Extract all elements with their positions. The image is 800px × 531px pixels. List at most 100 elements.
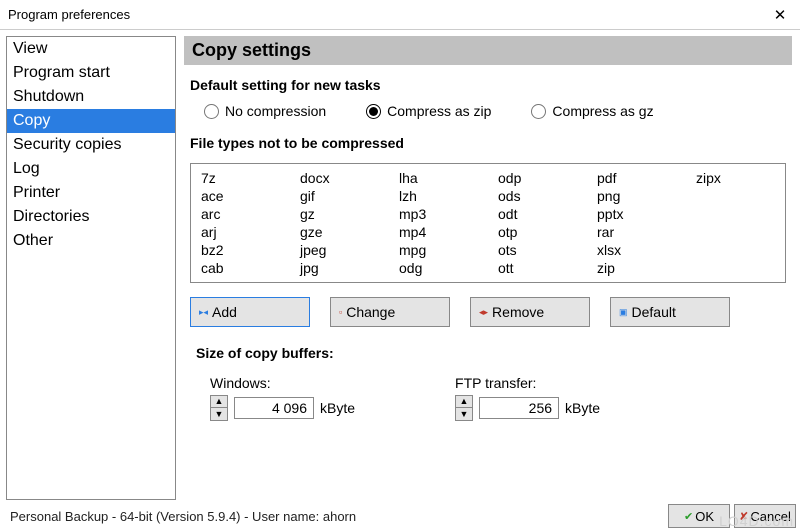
ftp-buffer-group: FTP transfer: ▲ ▼ kByte: [455, 375, 600, 421]
footer: Personal Backup - 64-bit (Version 5.9.4)…: [0, 501, 800, 531]
ok-label: OK: [695, 509, 714, 524]
extension-item[interactable]: [696, 242, 775, 258]
section-title: Copy settings: [184, 36, 792, 65]
extension-item[interactable]: pdf: [597, 170, 676, 186]
extension-item[interactable]: odt: [498, 206, 577, 222]
extension-item[interactable]: mp4: [399, 224, 478, 240]
cancel-label: Cancel: [750, 509, 790, 524]
extension-item[interactable]: odp: [498, 170, 577, 186]
extensions-list[interactable]: 7z docx lha odp pdf zipx ace gif lzh ods png arc gz m…: [190, 163, 786, 283]
footer-buttons: ✔ OK ✘ Cancel: [668, 504, 796, 528]
radio-input-gz[interactable]: [531, 104, 546, 119]
close-icon: ✕: [774, 6, 787, 24]
radio-label-zip: Compress as zip: [387, 103, 491, 119]
extension-item[interactable]: ace: [201, 188, 280, 204]
extension-item[interactable]: 7z: [201, 170, 280, 186]
default-label: Default: [632, 304, 676, 320]
main-area: View Program start Shutdown Copy Securit…: [0, 30, 800, 500]
titlebar: Program preferences ✕: [0, 0, 800, 30]
extension-item[interactable]: jpg: [300, 260, 379, 276]
sidebar-item-copy[interactable]: Copy: [7, 109, 175, 133]
radio-label-gz: Compress as gz: [552, 103, 653, 119]
sidebar-item-shutdown[interactable]: Shutdown: [7, 85, 175, 109]
extension-item[interactable]: odg: [399, 260, 478, 276]
change-label: Change: [346, 304, 395, 320]
extension-item[interactable]: cab: [201, 260, 280, 276]
sidebar-item-log[interactable]: Log: [7, 157, 175, 181]
windows-spinner[interactable]: ▲ ▼: [210, 395, 228, 421]
add-label: Add: [212, 304, 237, 320]
sidebar-item-view[interactable]: View: [7, 37, 175, 61]
extension-item[interactable]: mpg: [399, 242, 478, 258]
default-button[interactable]: ▣ Default: [610, 297, 730, 327]
spinner-up-icon[interactable]: ▲: [211, 396, 227, 408]
extension-item[interactable]: png: [597, 188, 676, 204]
add-button[interactable]: ▸◂ Add: [190, 297, 310, 327]
check-icon: ✔: [684, 510, 693, 523]
ok-button[interactable]: ✔ OK: [668, 504, 730, 528]
buffers-heading: Size of copy buffers:: [190, 345, 786, 367]
windows-unit: kByte: [320, 400, 355, 416]
remove-label: Remove: [492, 304, 544, 320]
radio-compress-zip[interactable]: Compress as zip: [366, 103, 491, 119]
extension-item[interactable]: zip: [597, 260, 676, 276]
extension-item[interactable]: gze: [300, 224, 379, 240]
spinner-down-icon[interactable]: ▼: [211, 408, 227, 420]
spinner-up-icon[interactable]: ▲: [456, 396, 472, 408]
extension-item[interactable]: mp3: [399, 206, 478, 222]
content-panel: Copy settings Default setting for new ta…: [176, 30, 800, 500]
spinner-down-icon[interactable]: ▼: [456, 408, 472, 420]
radio-compress-gz[interactable]: Compress as gz: [531, 103, 653, 119]
ftp-spinner[interactable]: ▲ ▼: [455, 395, 473, 421]
ftp-buffer-label: FTP transfer:: [455, 375, 600, 391]
windows-buffer-group: Windows: ▲ ▼ kByte: [210, 375, 355, 421]
sidebar-item-program-start[interactable]: Program start: [7, 61, 175, 85]
buffers-section: Size of copy buffers: Windows: ▲ ▼ kByte…: [184, 345, 792, 421]
extension-item[interactable]: gif: [300, 188, 379, 204]
extension-item[interactable]: bz2: [201, 242, 280, 258]
windows-buffer-input[interactable]: [234, 397, 314, 419]
extension-item[interactable]: ott: [498, 260, 577, 276]
extension-item[interactable]: lzh: [399, 188, 478, 204]
extension-item[interactable]: pptx: [597, 206, 676, 222]
extension-item[interactable]: arj: [201, 224, 280, 240]
filetypes-heading: File types not to be compressed: [184, 135, 792, 157]
change-button[interactable]: ▫ Change: [330, 297, 450, 327]
ftp-buffer-input-row: ▲ ▼ kByte: [455, 395, 600, 421]
buffers-row: Windows: ▲ ▼ kByte FTP transfer:: [190, 367, 786, 421]
extension-item[interactable]: lha: [399, 170, 478, 186]
sidebar-item-other[interactable]: Other: [7, 229, 175, 253]
sidebar-item-printer[interactable]: Printer: [7, 181, 175, 205]
extension-item[interactable]: ots: [498, 242, 577, 258]
extension-buttons: ▸◂ Add ▫ Change ◂▸ Remove ▣ Default: [184, 293, 792, 345]
add-icon: ▸◂: [199, 308, 208, 317]
extension-item[interactable]: [696, 260, 775, 276]
sidebar: View Program start Shutdown Copy Securit…: [6, 36, 176, 500]
extension-item[interactable]: [696, 206, 775, 222]
sidebar-item-security-copies[interactable]: Security copies: [7, 133, 175, 157]
radio-input-none[interactable]: [204, 104, 219, 119]
windows-buffer-input-row: ▲ ▼ kByte: [210, 395, 355, 421]
x-icon: ✘: [739, 510, 748, 523]
windows-buffer-label: Windows:: [210, 375, 355, 391]
extension-item[interactable]: gz: [300, 206, 379, 222]
radio-input-zip[interactable]: [366, 104, 381, 119]
extension-item[interactable]: [696, 224, 775, 240]
ftp-buffer-input[interactable]: [479, 397, 559, 419]
extension-item[interactable]: arc: [201, 206, 280, 222]
sidebar-item-directories[interactable]: Directories: [7, 205, 175, 229]
extension-item[interactable]: zipx: [696, 170, 775, 186]
extension-item[interactable]: docx: [300, 170, 379, 186]
extension-item[interactable]: rar: [597, 224, 676, 240]
default-icon: ▣: [619, 308, 628, 317]
default-setting-heading: Default setting for new tasks: [184, 77, 792, 99]
radio-no-compression[interactable]: No compression: [204, 103, 326, 119]
extension-item[interactable]: jpeg: [300, 242, 379, 258]
remove-button[interactable]: ◂▸ Remove: [470, 297, 590, 327]
extension-item[interactable]: xlsx: [597, 242, 676, 258]
close-button[interactable]: ✕: [760, 0, 800, 30]
extension-item[interactable]: ods: [498, 188, 577, 204]
cancel-button[interactable]: ✘ Cancel: [734, 504, 796, 528]
extension-item[interactable]: [696, 188, 775, 204]
extension-item[interactable]: otp: [498, 224, 577, 240]
